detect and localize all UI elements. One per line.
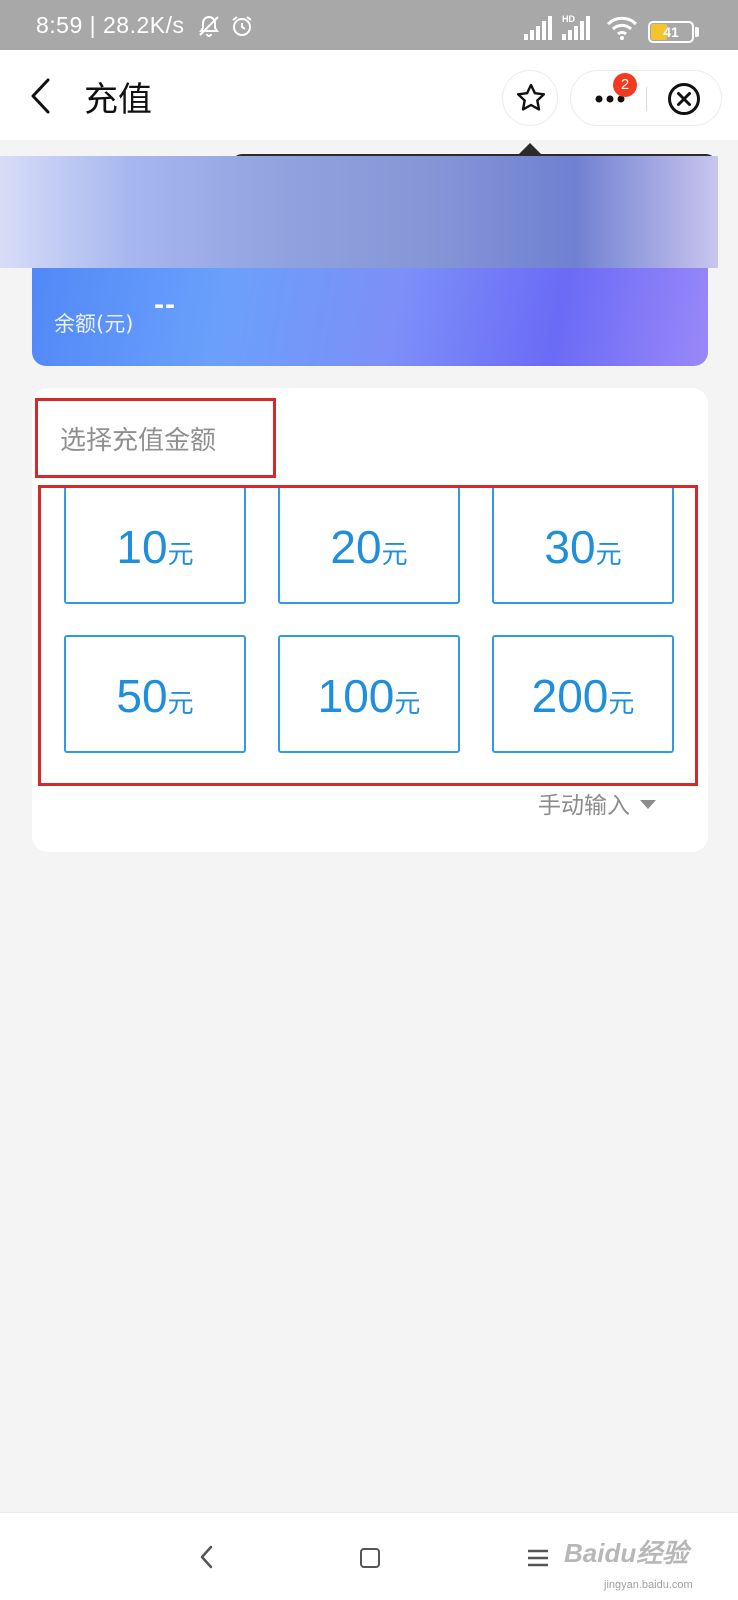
- highlight-box-title: [35, 398, 276, 478]
- page-title: 充值: [84, 80, 152, 120]
- capsule-menu: 2: [570, 70, 722, 126]
- blurred-region: [0, 156, 718, 268]
- watermark: Baidu经验: [564, 1538, 689, 1568]
- status-bar: 8:59 | 28.2K/s HD 41: [0, 0, 738, 50]
- manual-input-toggle[interactable]: 手动输入: [538, 786, 656, 822]
- close-button[interactable]: [647, 71, 723, 127]
- status-text: 8:59 | 28.2K/s: [36, 12, 185, 38]
- star-icon: [516, 83, 546, 111]
- manual-input-label: 手动输入: [538, 793, 630, 819]
- notification-badge: 2: [613, 73, 637, 97]
- battery-tip: [695, 27, 699, 37]
- system-back-icon[interactable]: [196, 1541, 216, 1573]
- close-circle-icon: [668, 83, 700, 115]
- favorite-button[interactable]: [502, 70, 558, 126]
- battery-icon: 41: [648, 21, 694, 43]
- nav-bar: 充值 2: [0, 50, 738, 140]
- balance-value: --: [154, 288, 176, 321]
- back-icon[interactable]: [28, 77, 52, 115]
- more-button[interactable]: 2: [571, 71, 647, 127]
- wifi-icon: [606, 16, 638, 40]
- system-nav-bar: Baidu经验 jingyan.baidu.com: [0, 1512, 738, 1600]
- caret-down-icon: [640, 800, 656, 809]
- battery-level: 41: [663, 24, 679, 40]
- signal-icon: [524, 16, 552, 40]
- bell-off-icon: [199, 15, 219, 37]
- watermark-url: jingyan.baidu.com: [604, 1579, 693, 1591]
- home-icon[interactable]: [360, 1548, 380, 1568]
- alarm-icon: [232, 16, 252, 36]
- highlight-box-options: [38, 485, 698, 786]
- menu-icon[interactable]: [526, 1548, 550, 1568]
- hd-signal-icon: [562, 16, 590, 40]
- balance-label: 余额(元): [54, 312, 134, 336]
